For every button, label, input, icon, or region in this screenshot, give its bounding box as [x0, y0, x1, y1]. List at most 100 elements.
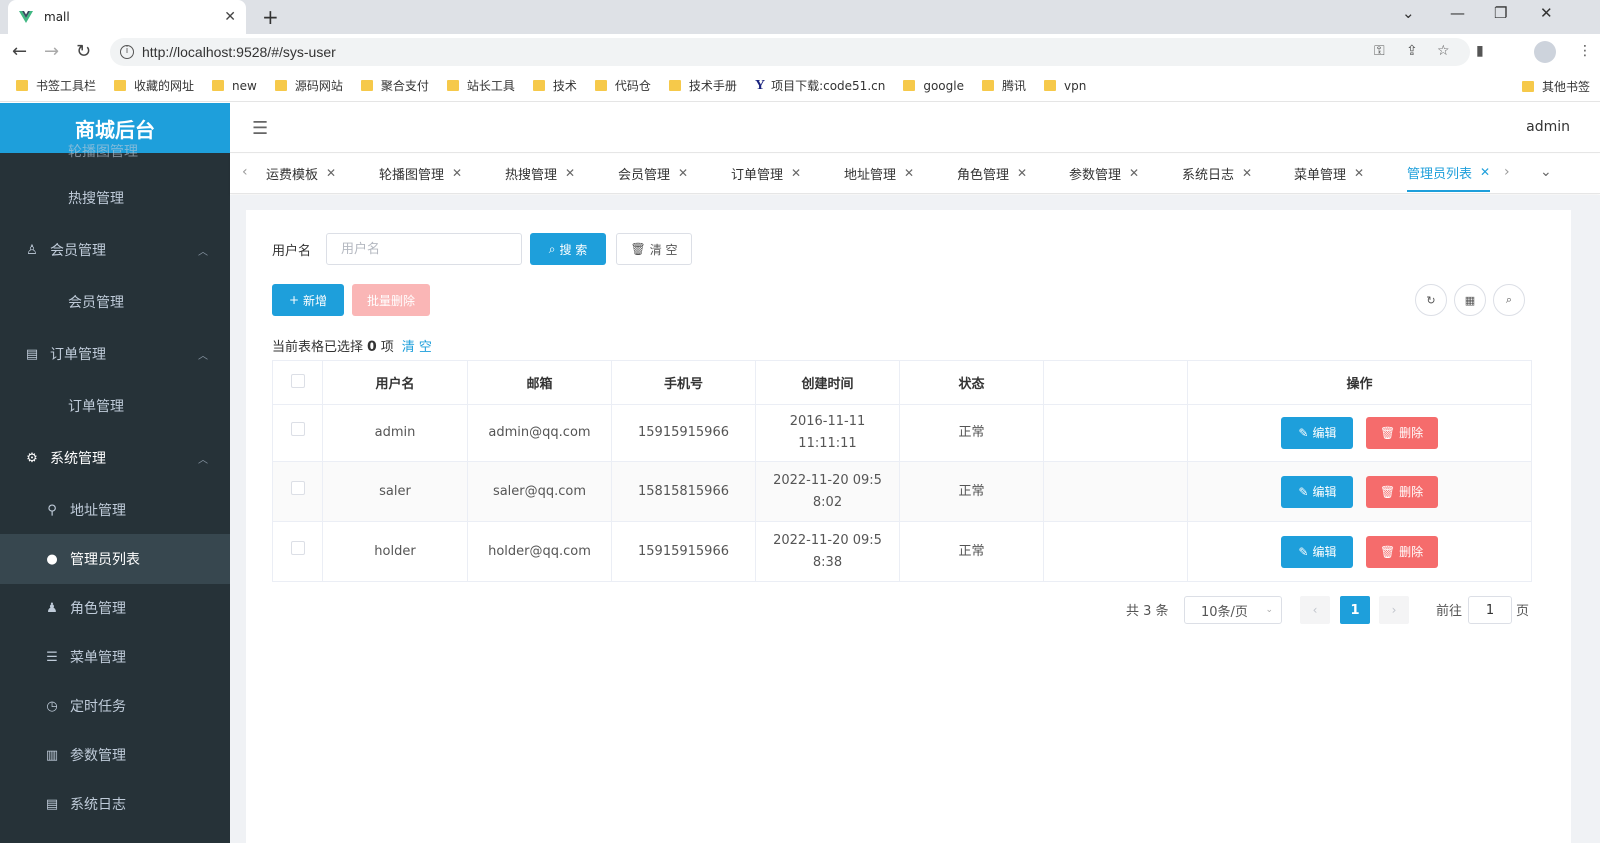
delete-button[interactable]: 🗑 删除 — [1365, 535, 1438, 568]
restore-icon[interactable]: ❐ — [1494, 4, 1507, 22]
new-tab-icon[interactable]: + — [262, 5, 279, 29]
prev-page-button[interactable]: ‹ — [1300, 596, 1330, 624]
close-icon[interactable]: ✕ — [1354, 166, 1364, 180]
page-number-current[interactable]: 1 — [1340, 596, 1370, 624]
row-checkbox[interactable] — [290, 480, 305, 495]
table-row: saler saler@qq.com 15815815966 2022-11-2… — [272, 461, 1532, 522]
tag-item[interactable]: 菜单管理 ✕ — [1294, 154, 1364, 192]
tag-item[interactable]: 运费模板 ✕ — [266, 154, 336, 192]
sidebar-item-address[interactable]: ⚲ 地址管理 — [0, 485, 230, 535]
sidebar-item-schedule[interactable]: ◷ 定时任务 — [0, 681, 230, 731]
window-close-icon[interactable]: ✕ — [1540, 4, 1553, 22]
back-icon[interactable]: ← — [12, 41, 27, 62]
bookmark-item[interactable]: 代码仓 — [594, 77, 651, 94]
edit-button[interactable]: ✎ 编辑 — [1281, 535, 1354, 568]
url-field[interactable]: i http://localhost:9528/#/sys-user — [110, 38, 1470, 66]
bookmark-item[interactable]: 书签工具栏 — [16, 77, 96, 94]
edit-button[interactable]: ✎ 编辑 — [1281, 417, 1354, 449]
minimize-icon[interactable]: — — [1450, 4, 1465, 22]
tag-item[interactable]: 系统日志 ✕ — [1182, 154, 1252, 192]
row-checkbox[interactable] — [290, 422, 305, 436]
sidebar-item-admin-list[interactable]: ● 管理员列表 — [0, 534, 230, 584]
sidebar-group-member[interactable]: ♙ 会员管理 ︿ — [0, 225, 230, 275]
chevron-right-icon[interactable]: › — [1504, 164, 1510, 180]
add-button[interactable]: + 新增 — [272, 284, 344, 316]
sidebar-group-system[interactable]: ⚙ 系统管理 ︿ — [0, 433, 230, 483]
sidebar-item-hot-search[interactable]: 热搜管理 — [0, 173, 230, 223]
chevron-left-icon[interactable]: ‹ — [242, 164, 248, 180]
close-icon[interactable]: ✕ — [565, 166, 575, 180]
share-icon[interactable]: ⇪ — [1406, 43, 1418, 59]
refresh-icon[interactable]: ↻ — [1415, 284, 1447, 316]
close-tab-icon[interactable]: ✕ — [224, 9, 236, 25]
close-icon[interactable]: ✕ — [1242, 166, 1252, 180]
tag-item[interactable]: 会员管理 ✕ — [618, 154, 688, 192]
tag-item[interactable]: 地址管理 ✕ — [844, 154, 914, 192]
profile-avatar[interactable] — [1534, 41, 1556, 63]
star-icon[interactable]: ☆ — [1437, 43, 1450, 59]
sidebar-item-member[interactable]: 会员管理 — [0, 277, 230, 327]
browser-tab[interactable]: mall ✕ — [8, 0, 246, 34]
close-icon[interactable]: ✕ — [1129, 166, 1139, 180]
sidebar-item-params[interactable]: ▥ 参数管理 — [0, 730, 230, 780]
search-icon[interactable]: ⌕ — [1493, 284, 1525, 316]
side-panel-icon[interactable]: ▮ — [1476, 43, 1484, 59]
forward-icon[interactable]: → — [44, 41, 59, 62]
sidebar-item-log[interactable]: ▤ 系统日志 — [0, 779, 230, 829]
site-info-icon[interactable]: i — [120, 45, 134, 59]
delete-button[interactable]: 🗑 删除 — [1365, 417, 1438, 449]
tag-item[interactable]: 角色管理 ✕ — [957, 154, 1027, 192]
edit-button[interactable]: ✎ 编辑 — [1281, 475, 1354, 508]
bookmark-item[interactable]: 腾讯 — [981, 77, 1026, 94]
bookmark-item[interactable]: 站长工具 — [446, 77, 515, 94]
grid-icon[interactable]: ▦ — [1454, 284, 1486, 316]
bookmark-item[interactable]: 收藏的网址 — [114, 77, 194, 94]
key-icon[interactable]: ⚿ — [1374, 43, 1385, 59]
page-size-select[interactable]: 10条/页 ⌄ — [1184, 596, 1282, 624]
close-icon[interactable]: ✕ — [452, 166, 462, 180]
sidebar-item-role[interactable]: ♟ 角色管理 — [0, 583, 230, 633]
sidebar-group-order[interactable]: ▤ 订单管理 ︿ — [0, 329, 230, 379]
tag-item[interactable]: 参数管理 ✕ — [1069, 154, 1139, 192]
bookmark-item[interactable]: google — [903, 79, 964, 93]
tag-item[interactable]: 轮播图管理 ✕ — [379, 154, 462, 192]
close-icon[interactable]: ✕ — [791, 166, 801, 180]
hamburger-icon[interactable]: ☰ — [252, 118, 268, 139]
delete-button[interactable]: 🗑 删除 — [1365, 475, 1438, 508]
close-icon[interactable]: ✕ — [904, 166, 914, 180]
close-icon[interactable]: ✕ — [1017, 166, 1027, 180]
bookmark-item[interactable]: 技术 — [532, 77, 577, 94]
tag-item[interactable]: 订单管理 ✕ — [731, 154, 801, 192]
batch-delete-button[interactable]: 批量删除 — [352, 284, 430, 316]
sidebar-item-menu[interactable]: ☰ 菜单管理 — [0, 632, 230, 682]
sidebar-item-banner[interactable]: 轮播图管理 — [0, 131, 230, 171]
select-all-checkbox[interactable] — [290, 373, 305, 388]
tag-item-active[interactable]: 管理员列表 ✕ — [1407, 154, 1491, 192]
browser-tabstrip: mall ✕ + ⌄ — ❐ ✕ — [0, 0, 1600, 34]
browser-menu-icon[interactable]: ⋮ — [1578, 43, 1592, 59]
bookmark-item[interactable]: 聚合支付 — [360, 77, 429, 94]
next-page-button[interactable]: › — [1379, 596, 1409, 624]
user-menu[interactable]: admin — [1526, 119, 1570, 135]
close-icon[interactable]: ✕ — [678, 166, 688, 180]
bookmark-item[interactable]: Y 项目下载:code51.cn — [755, 77, 885, 94]
close-icon[interactable]: ✕ — [326, 166, 336, 180]
bookmark-item[interactable]: vpn — [1044, 79, 1086, 93]
bookmark-item[interactable]: 源码网站 — [274, 77, 343, 94]
close-icon[interactable]: ✕ — [1480, 165, 1490, 179]
bookmark-item[interactable]: new — [212, 79, 257, 93]
search-button[interactable]: ⌕ 搜 索 — [530, 233, 606, 265]
clear-button[interactable]: 🗑 清 空 — [616, 233, 692, 265]
reload-icon[interactable]: ↻ — [76, 41, 91, 62]
other-bookmarks[interactable]: 其他书签 — [1521, 78, 1590, 95]
goto-page-input[interactable] — [1468, 596, 1512, 624]
tab-list-icon[interactable]: ⌄ — [1402, 4, 1415, 22]
username-input[interactable] — [326, 233, 522, 265]
bookmark-item[interactable]: 技术手册 — [668, 77, 737, 94]
chevron-down-icon[interactable]: ⌄ — [1540, 164, 1552, 180]
row-checkbox[interactable] — [290, 540, 305, 555]
tag-item[interactable]: 热搜管理 ✕ — [505, 154, 575, 192]
trash-icon: 🗑 — [1379, 426, 1396, 440]
clear-selection-link[interactable]: 清 空 — [402, 340, 432, 355]
sidebar-item-order[interactable]: 订单管理 — [0, 381, 230, 431]
